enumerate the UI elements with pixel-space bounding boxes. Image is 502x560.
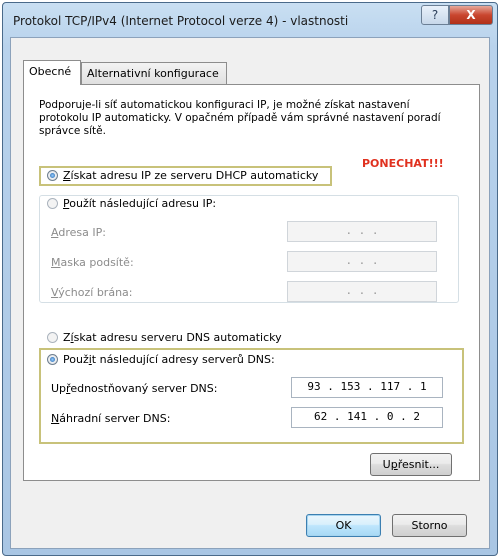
ip-address-input[interactable]: . . . xyxy=(287,221,437,242)
tab-panel-general: Podporuje-li síť automatickou konfigurac… xyxy=(23,84,480,481)
subnet-mask-input[interactable]: . . . xyxy=(287,251,437,272)
tab-alternate-config[interactable]: Alternativní konfigurace xyxy=(81,62,227,84)
ip-address-label: Adresa IP: xyxy=(51,226,106,239)
subnet-mask-label: Maska podsítě: xyxy=(51,256,134,269)
manual-dns-radio[interactable] xyxy=(47,354,58,365)
manual-ip-radio[interactable] xyxy=(47,198,58,209)
manual-ip-label[interactable]: Použít následující adresu IP: xyxy=(63,197,221,210)
annotation-keep: PONECHAT!!! xyxy=(362,157,444,170)
advanced-button[interactable]: Upřesnit... xyxy=(370,453,452,476)
description-text: Podporuje-li síť automatickou konfigurac… xyxy=(39,99,441,137)
properties-dialog: Protokol TCP/IPv4 (Internet Protocol ver… xyxy=(2,2,498,556)
preferred-dns-label: Upřednostňovaný server DNS: xyxy=(51,382,218,395)
alternate-dns-label: Náhradní server DNS: xyxy=(51,412,171,425)
cancel-button[interactable]: Storno xyxy=(392,514,467,537)
ok-button[interactable]: OK xyxy=(306,514,381,537)
preferred-dns-input[interactable]: 93 . 153 . 117 . 1 xyxy=(291,377,443,398)
title-bar[interactable]: Protokol TCP/IPv4 (Internet Protocol ver… xyxy=(3,3,497,37)
default-gateway-input[interactable]: . . . xyxy=(287,281,437,302)
tab-general[interactable]: Obecné xyxy=(23,60,81,85)
auto-ip-radio[interactable] xyxy=(47,170,58,181)
dialog-client-area: Obecné Alternativní konfigurace Podporuj… xyxy=(10,37,490,549)
auto-ip-label[interactable]: Získat adresu IP ze serveru DHCP automat… xyxy=(63,169,318,182)
manual-dns-label[interactable]: Použit následující adresy serverů DNS: xyxy=(63,353,275,366)
auto-dns-label[interactable]: Získat adresu serveru DNS automaticky xyxy=(63,331,282,344)
window-title: Protokol TCP/IPv4 (Internet Protocol ver… xyxy=(13,14,349,28)
alternate-dns-input[interactable]: 62 . 141 . 0 . 2 xyxy=(291,407,443,428)
default-gateway-label: Výchozí brána: xyxy=(51,286,133,299)
help-button[interactable]: ? xyxy=(421,5,449,25)
auto-dns-radio[interactable] xyxy=(47,332,58,343)
close-button[interactable]: X xyxy=(449,5,493,25)
